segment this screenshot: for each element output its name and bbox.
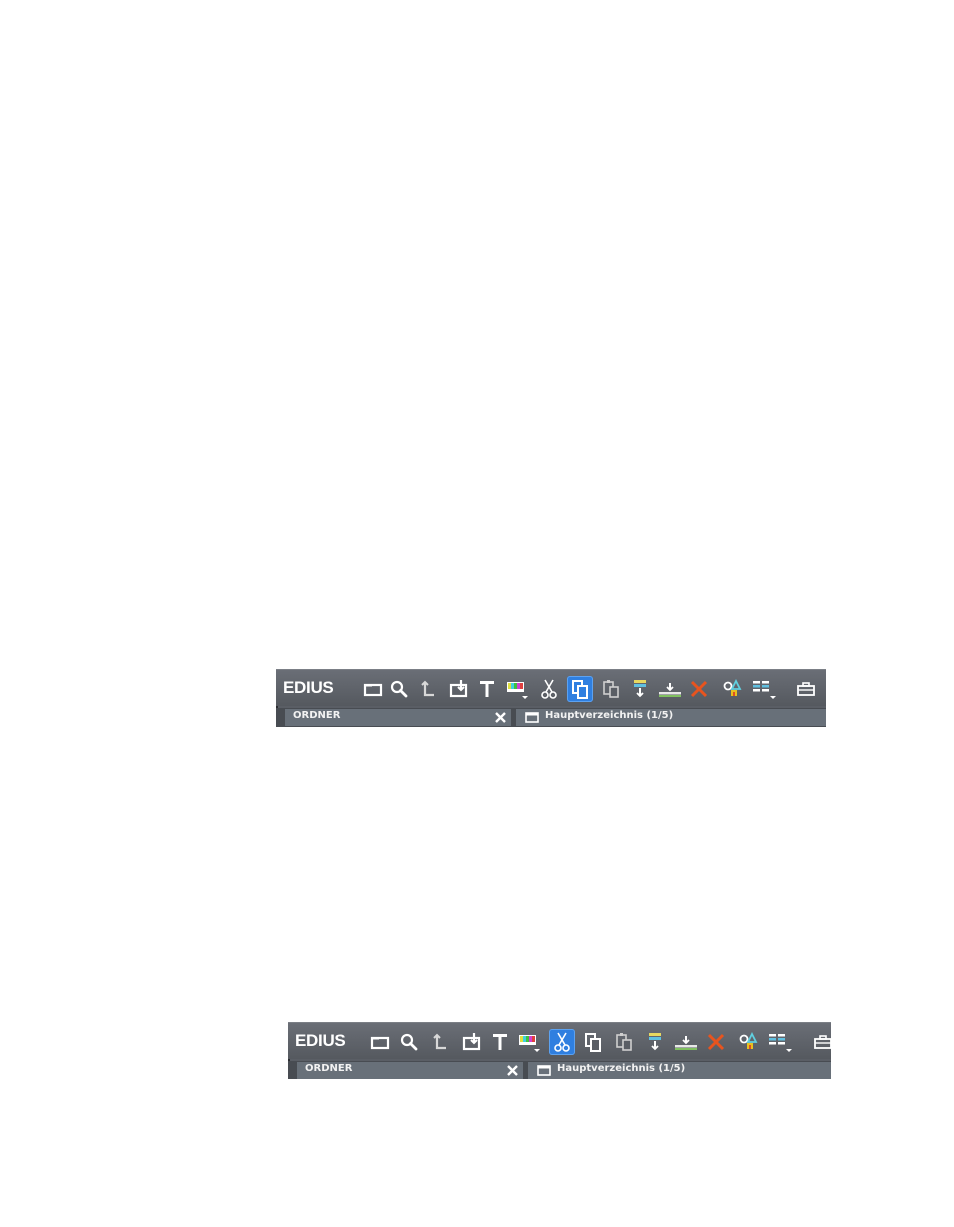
- folder-icon: [525, 711, 539, 723]
- import-box-icon: [462, 1033, 481, 1051]
- app-logo: EDIUS: [295, 1031, 346, 1050]
- close-folder-button[interactable]: [505, 1063, 520, 1078]
- new-folder-button[interactable]: [360, 676, 386, 702]
- magnifier-icon: [400, 1033, 418, 1051]
- up-level-button[interactable]: [428, 1029, 454, 1055]
- view-grid-dropdown-icon: [753, 681, 776, 699]
- bin-tools-button[interactable]: [794, 676, 820, 702]
- title-t-icon: [493, 1034, 507, 1050]
- copy-button[interactable]: [580, 1029, 606, 1055]
- add-to-player-button[interactable]: [642, 1029, 668, 1055]
- delete-x-icon: [690, 680, 708, 698]
- scissors-icon: [554, 1032, 570, 1052]
- paste-button[interactable]: [598, 676, 624, 702]
- copy-icon: [572, 680, 588, 699]
- close-folder-button[interactable]: [493, 710, 508, 725]
- bin-path-tab[interactable]: Hauptverzeichnis (1/5): [516, 709, 826, 726]
- delete-button[interactable]: [703, 1029, 729, 1055]
- search-button[interactable]: [386, 676, 412, 702]
- insert-to-player-icon: [634, 680, 646, 698]
- paste-icon: [616, 1033, 632, 1051]
- bin-path-label: Hauptverzeichnis (1/5): [545, 710, 674, 721]
- import-box-icon: [449, 680, 468, 698]
- search-button[interactable]: [396, 1029, 422, 1055]
- add-to-timeline-button[interactable]: [673, 1029, 699, 1055]
- folder-outline-icon: [363, 683, 383, 697]
- folder-outline-icon: [370, 1036, 390, 1050]
- edius-bin-window-copy-active: EDIUS ORDNER Hauptverzeichnis (1/5): [276, 669, 826, 727]
- toolbox-icon: [814, 1035, 831, 1049]
- title-t-icon: [480, 681, 494, 697]
- add-to-player-button[interactable]: [627, 676, 653, 702]
- bin-path-tab[interactable]: Hauptverzeichnis (1/5): [528, 1062, 831, 1079]
- close-icon: [495, 712, 506, 723]
- view-grid-dropdown-icon: [769, 1034, 792, 1052]
- folder-tab[interactable]: ORDNER: [285, 709, 511, 726]
- add-title-button[interactable]: [474, 676, 500, 702]
- panel-header-bar: ORDNER Hauptverzeichnis (1/5): [288, 1061, 831, 1079]
- properties-shapes-icon: [723, 678, 742, 696]
- open-clip-button[interactable]: [446, 676, 472, 702]
- open-clip-button[interactable]: [459, 1029, 485, 1055]
- cut-button[interactable]: [536, 676, 562, 702]
- paste-button[interactable]: [611, 1029, 637, 1055]
- new-folder-button[interactable]: [367, 1029, 393, 1055]
- folder-icon: [537, 1064, 551, 1076]
- bin-path-label: Hauptverzeichnis (1/5): [557, 1063, 686, 1074]
- add-to-timeline-button[interactable]: [657, 676, 683, 702]
- folder-tab-label: ORDNER: [293, 710, 341, 721]
- properties-shapes-icon: [739, 1031, 758, 1049]
- folder-tab-label: ORDNER: [305, 1063, 353, 1074]
- properties-button[interactable]: [719, 676, 745, 702]
- bin-tools-button[interactable]: [811, 1029, 831, 1055]
- view-button[interactable]: [750, 676, 776, 702]
- properties-button[interactable]: [735, 1029, 761, 1055]
- view-button[interactable]: [766, 1029, 792, 1055]
- color-bars-button[interactable]: [516, 1029, 542, 1055]
- cut-button[interactable]: [549, 1029, 575, 1055]
- close-icon: [507, 1065, 518, 1076]
- bin-toolbar: EDIUS: [276, 670, 826, 706]
- color-bars-dropdown-icon: [507, 682, 528, 699]
- delete-button[interactable]: [686, 676, 712, 702]
- insert-to-player-icon: [649, 1033, 661, 1051]
- up-level-button[interactable]: [416, 676, 442, 702]
- app-logo: EDIUS: [283, 678, 334, 697]
- paste-icon: [603, 680, 619, 698]
- arrow-up-level-icon: [433, 1033, 446, 1050]
- add-title-button[interactable]: [487, 1029, 513, 1055]
- color-bars-dropdown-icon: [519, 1035, 540, 1052]
- toolbox-icon: [797, 682, 815, 696]
- magnifier-icon: [390, 680, 408, 698]
- bin-toolbar: EDIUS: [288, 1023, 831, 1059]
- copy-button[interactable]: [567, 676, 593, 702]
- scissors-icon: [541, 679, 557, 699]
- add-to-timeline-icon: [675, 1036, 697, 1050]
- edius-bin-window-cut-active: EDIUS ORDNER Hauptverzeichnis (1/5): [288, 1022, 831, 1079]
- folder-tab[interactable]: ORDNER: [297, 1062, 523, 1079]
- arrow-up-level-icon: [421, 680, 434, 697]
- color-bars-button[interactable]: [504, 676, 530, 702]
- delete-x-icon: [707, 1033, 725, 1051]
- panel-header-bar: ORDNER Hauptverzeichnis (1/5): [276, 708, 826, 727]
- add-to-timeline-icon: [659, 683, 681, 697]
- copy-icon: [585, 1033, 601, 1052]
